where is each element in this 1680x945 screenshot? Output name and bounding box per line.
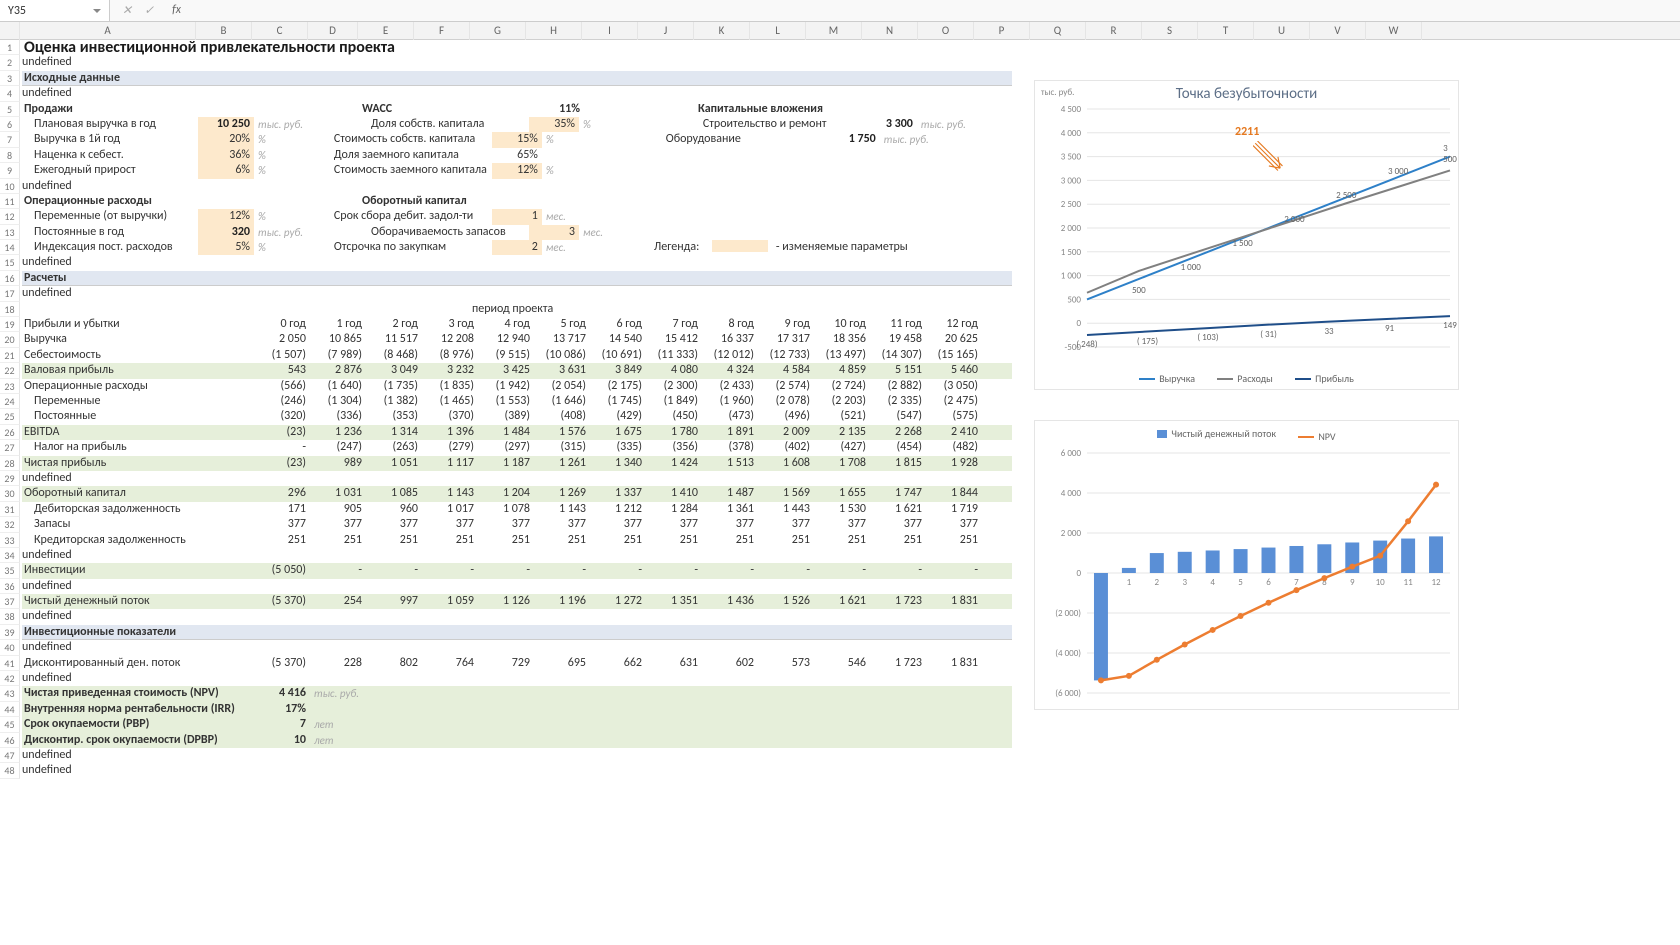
svg-text:(6 000): (6 000) (1055, 688, 1081, 699)
svg-text:11: 11 (1404, 577, 1414, 588)
svg-text:2 000: 2 000 (1061, 528, 1082, 539)
svg-text:12: 12 (1431, 577, 1441, 588)
svg-text:3: 3 (1182, 577, 1187, 588)
cancel-icon[interactable]: ✕ (122, 3, 132, 18)
svg-text:(2 000): (2 000) (1055, 608, 1081, 619)
legend-profit: Прибыль (1315, 372, 1354, 385)
name-box[interactable]: Y35 (0, 0, 110, 21)
svg-text:1: 1 (1127, 577, 1132, 588)
spreadsheet-cells[interactable]: Оценка инвестиционной привлекательности … (22, 40, 1012, 779)
svg-text:9: 9 (1350, 577, 1355, 588)
chart2-legend: Чистый денежный поток NPV (1035, 427, 1458, 443)
svg-text:6: 6 (1266, 577, 1271, 588)
svg-text:500: 500 (1067, 294, 1081, 305)
svg-text:1 500: 1 500 (1061, 247, 1082, 258)
legend-revenue: Выручка (1159, 372, 1195, 385)
svg-text:0: 0 (1076, 568, 1081, 579)
column-headers[interactable]: ABCDEFGHIJKLMNOPQRSTUVW (0, 22, 1680, 40)
svg-text:4 000: 4 000 (1061, 488, 1082, 499)
svg-text:4: 4 (1210, 577, 1215, 588)
confirm-icon[interactable]: ✓ (144, 3, 154, 18)
svg-text:2 500: 2 500 (1061, 199, 1082, 210)
svg-text:3 500: 3 500 (1061, 152, 1082, 163)
chart1-legend: Выручка Расходы Прибыль (1035, 370, 1458, 386)
chart1-title: Точка безубыточности (1035, 81, 1458, 107)
svg-text:4 000: 4 000 (1061, 128, 1082, 139)
svg-text:2: 2 (1155, 577, 1160, 588)
legend-fcf: Чистый денежный поток (1171, 427, 1276, 440)
svg-text:1 000: 1 000 (1061, 271, 1082, 282)
svg-text:10: 10 (1376, 577, 1386, 588)
chart1-callout: 2211 (1235, 125, 1259, 139)
chevron-down-icon[interactable] (93, 9, 101, 13)
chart-cashflow-npv[interactable]: Чистый денежный поток NPV (6 000) (4 000)… (1034, 420, 1459, 710)
chart-breakeven[interactable]: тыс. руб. Точка безубыточности -50005001… (1034, 80, 1459, 390)
arrow-icon (1253, 141, 1287, 175)
row-headers[interactable]: 1234567891011121314151617181920212223242… (0, 40, 20, 779)
svg-text:2 000: 2 000 (1061, 223, 1082, 234)
svg-text:(4 000): (4 000) (1055, 648, 1081, 659)
formula-bar: Y35 ✕ ✓ fx (0, 0, 1680, 22)
svg-text:0: 0 (1076, 318, 1081, 329)
svg-text:4 500: 4 500 (1061, 104, 1082, 115)
formula-bar-icons: ✕ ✓ fx (110, 3, 199, 18)
svg-text:3 000: 3 000 (1061, 175, 1082, 186)
fx-icon[interactable]: fx (166, 3, 187, 18)
svg-text:5: 5 (1238, 577, 1243, 588)
svg-text:6 000: 6 000 (1061, 448, 1082, 459)
name-box-value: Y35 (8, 4, 26, 18)
svg-text:7: 7 (1294, 577, 1299, 588)
chart1-ylabel: тыс. руб. (1041, 87, 1074, 98)
legend-npv: NPV (1318, 430, 1335, 443)
legend-costs: Расходы (1237, 372, 1273, 385)
